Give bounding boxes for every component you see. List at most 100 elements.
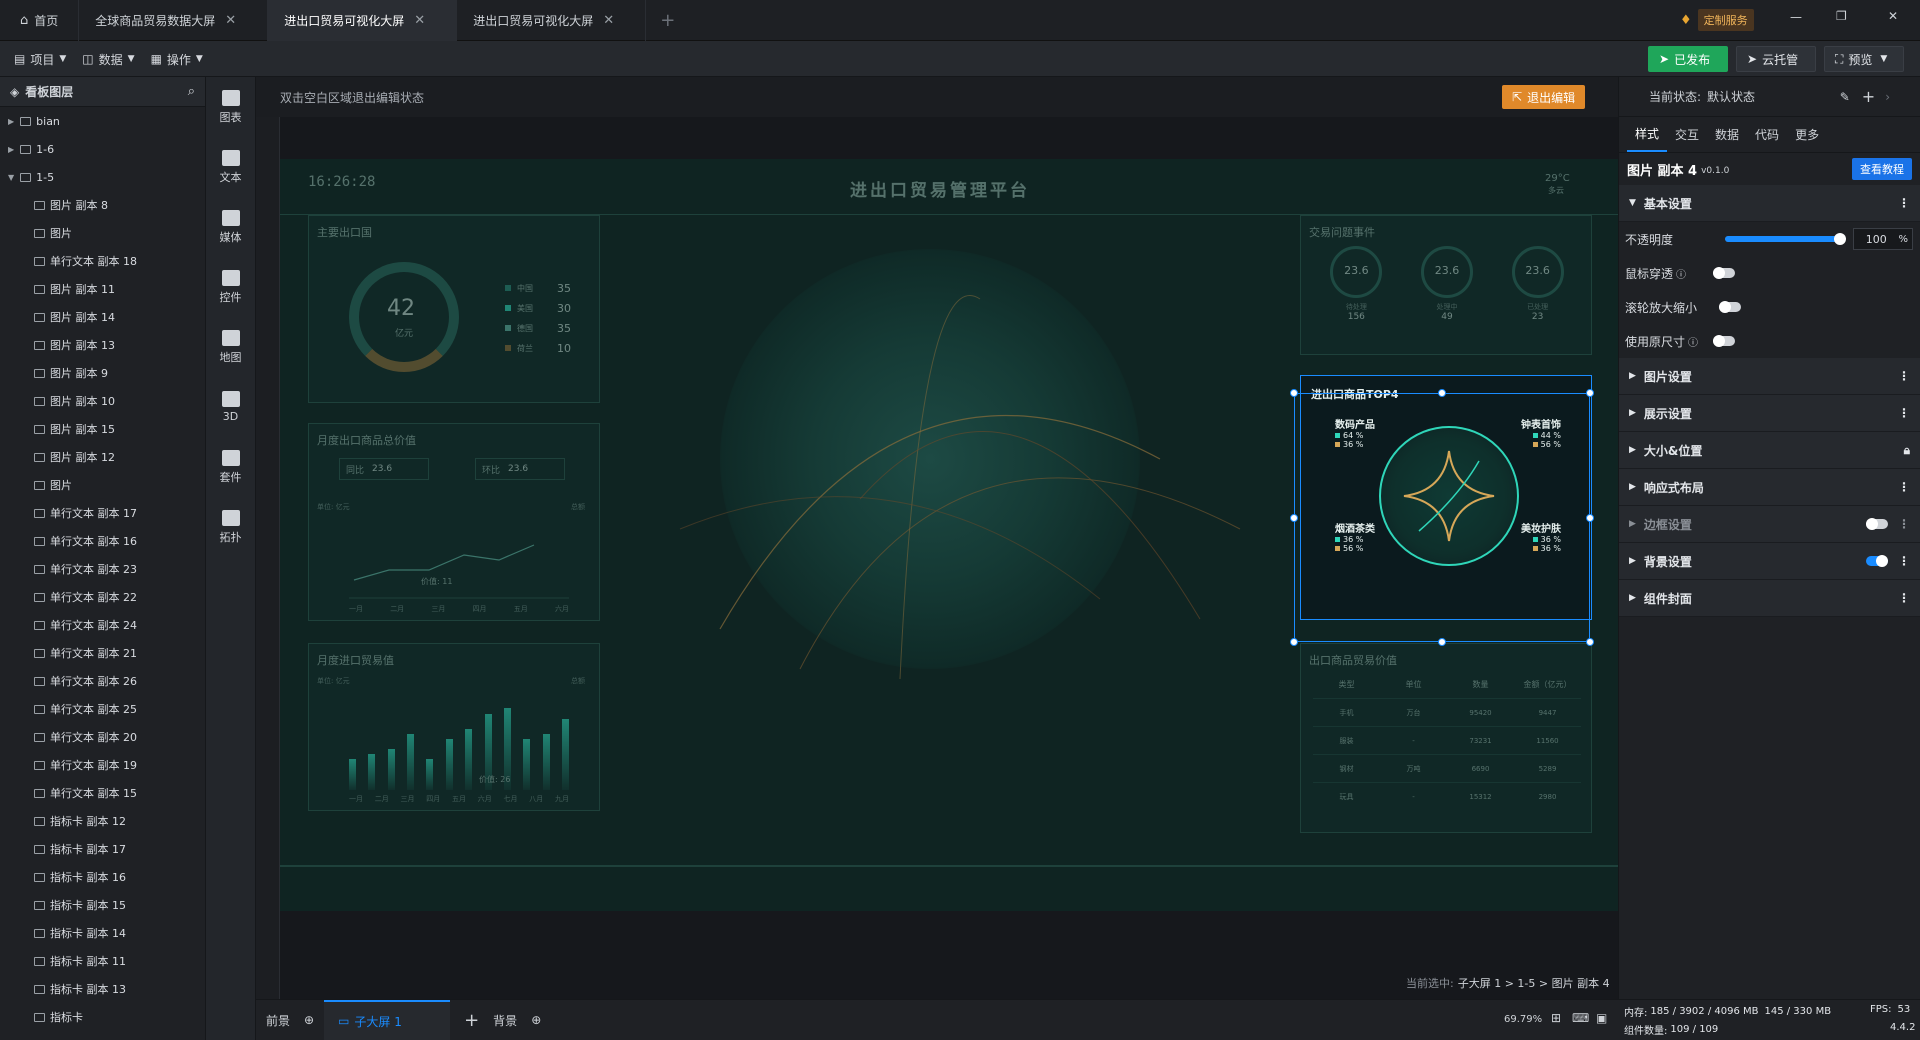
add-circle-icon[interactable]: ⊕ [304, 1013, 314, 1027]
layer-item[interactable]: 单行文本 副本 24 [0, 611, 205, 639]
exit-edit-button[interactable]: ⇱ 退出编辑 [1502, 85, 1586, 109]
terminal-icon[interactable]: ▣ [1596, 1011, 1607, 1025]
monthly-import-panel[interactable]: 月度进口贸易值 单位: 亿元 总额 价值: 26 一月 二月 三月 四月 五月 六月 七月 八… [308, 643, 600, 811]
resize-handle[interactable] [1290, 638, 1298, 646]
published-button[interactable]: ➤ 已发布 [1648, 46, 1728, 72]
layer-item[interactable]: ▼ 1-5 [0, 163, 205, 191]
restore-icon[interactable]: ❐ [1836, 9, 1847, 23]
more-icon[interactable]: ⋮ [1898, 406, 1910, 420]
layer-item[interactable]: ▶ 1-6 [0, 135, 205, 163]
caret-right-icon[interactable]: ▶ [8, 117, 14, 126]
basic-settings-section[interactable]: ▼ 基本设置 ⋮ [1619, 185, 1920, 222]
more-icon[interactable]: ⋮ [1898, 369, 1910, 383]
section-5[interactable]: ▶ 背景设置 ⋮ [1619, 543, 1920, 580]
prop-tab-0[interactable]: 样式 [1627, 117, 1668, 152]
layer-item[interactable]: 指标卡 副本 12 [0, 807, 205, 835]
layer-item[interactable]: ▶ bian [0, 107, 205, 135]
custom-service-button[interactable]: 定制服务 [1697, 9, 1754, 31]
fit-screen-icon[interactable]: ⊞ [1551, 1011, 1561, 1025]
more-icon[interactable]: ⋮ [1898, 480, 1910, 494]
monthly-export-panel[interactable]: 月度出口商品总价值 同比 23.6 环比 23.6 单位: 亿元 总额 价值: … [308, 423, 600, 621]
prop-tab-2[interactable]: 数据 [1707, 118, 1747, 151]
wheel-zoom-toggle[interactable] [1719, 301, 1742, 313]
prop-tab-3[interactable]: 代码 [1747, 118, 1787, 151]
menu-data[interactable]: ◫ 数据 ▼ [74, 46, 142, 72]
section-3[interactable]: ▶ 响应式布局 ⋮ [1619, 469, 1920, 506]
layer-item[interactable]: 单行文本 副本 23 [0, 555, 205, 583]
slider-thumb[interactable] [1834, 233, 1846, 245]
library-kit[interactable]: 套件 [206, 437, 255, 497]
section-2[interactable]: ▶ 大小&位置 🔒︎ [1619, 432, 1920, 469]
add-screen-icon[interactable]: + [464, 1010, 479, 1031]
minimize-icon[interactable]: — [1790, 10, 1802, 24]
library-chart[interactable]: 图表 [206, 77, 255, 137]
resize-handle[interactable] [1586, 514, 1594, 522]
section-4[interactable]: ▶ 边框设置 ⋮ [1619, 506, 1920, 543]
layer-item[interactable]: 图片 副本 9 [0, 359, 205, 387]
original-size-toggle[interactable] [1713, 335, 1736, 347]
lock-icon[interactable]: 🔒︎ [1904, 443, 1910, 458]
layer-item[interactable]: 单行文本 副本 16 [0, 527, 205, 555]
library-map[interactable]: 地图 [206, 317, 255, 377]
prop-tab-1[interactable]: 交互 [1667, 118, 1707, 151]
library-cube[interactable]: 3D [206, 377, 255, 437]
section-1[interactable]: ▶ 展示设置 ⋮ [1619, 395, 1920, 432]
layer-item[interactable]: 单行文本 副本 15 [0, 779, 205, 807]
more-icon[interactable]: ⋮ [1898, 554, 1910, 568]
resize-handle[interactable] [1586, 389, 1594, 397]
add-tab-icon[interactable]: + [660, 10, 675, 31]
layer-item[interactable]: 指标卡 副本 13 [0, 975, 205, 1003]
layer-item[interactable]: 单行文本 副本 21 [0, 639, 205, 667]
prop-tab-4[interactable]: 更多 [1787, 118, 1827, 151]
layer-item[interactable]: 图片 副本 13 [0, 331, 205, 359]
trade-value-panel[interactable]: 出口商品贸易价值 类型 单位 数量 金额（亿元） 手机 万台 95420 9447 服装 - 732… [1300, 643, 1592, 833]
more-icon[interactable]: ⋮ [1898, 196, 1910, 210]
preview-button[interactable]: ⛶ 预览 ▼ [1824, 46, 1904, 72]
zoom-level[interactable]: 69.79% [1504, 1014, 1542, 1025]
close-icon[interactable]: ✕ [414, 13, 425, 28]
opacity-slider[interactable] [1725, 233, 1846, 245]
layer-item[interactable]: 指标卡 副本 14 [0, 919, 205, 947]
layer-item[interactable]: 图片 副本 14 [0, 303, 205, 331]
layer-item[interactable]: 单行文本 副本 25 [0, 695, 205, 723]
layer-item[interactable]: 指标卡 副本 17 [0, 835, 205, 863]
menu-project[interactable]: ▤ 项目 ▼ [6, 46, 74, 72]
more-icon[interactable]: ⋮ [1898, 591, 1910, 605]
editor-canvas[interactable]: 双击空白区域退出编辑状态 ⇱ 退出编辑 16:26:28 进出口贸易管理平台 2… [256, 77, 1620, 999]
cloud-hosting-button[interactable]: ➤ 云托管 [1736, 46, 1816, 72]
selection-box[interactable] [1294, 393, 1590, 642]
chevron-right-icon[interactable]: › [1885, 90, 1890, 104]
tab-import-export-active[interactable]: 进出口贸易可视化大屏 ✕ [268, 0, 458, 41]
keyboard-icon[interactable]: ⌨ [1572, 1011, 1589, 1025]
layer-item[interactable]: 图片 副本 8 [0, 191, 205, 219]
section-0[interactable]: ▶ 图片设置 ⋮ [1619, 358, 1920, 395]
caret-right-icon[interactable]: ▶ [8, 145, 14, 154]
library-widget[interactable]: 控件 [206, 257, 255, 317]
background-tab[interactable]: 背景 ⊕ [479, 1000, 555, 1040]
tab-global-trade[interactable]: 全球商品贸易数据大屏 ✕ [79, 0, 269, 41]
resize-handle[interactable] [1290, 389, 1298, 397]
mouse-through-toggle[interactable] [1713, 267, 1736, 279]
trade-events-panel[interactable]: 交易问题事件 23.6 待处理 156 23.6 处理中 49 23.6 已处理 23 [1300, 215, 1592, 355]
layer-item[interactable]: 单行文本 副本 26 [0, 667, 205, 695]
more-icon[interactable]: ⋮ [1898, 517, 1910, 531]
layer-item[interactable]: 图片 副本 10 [0, 387, 205, 415]
layer-item[interactable]: 单行文本 副本 20 [0, 723, 205, 751]
layer-item[interactable]: 图片 [0, 471, 205, 499]
layer-item[interactable]: 单行文本 副本 22 [0, 583, 205, 611]
search-icon[interactable]: ⌕ [188, 84, 195, 99]
layer-item[interactable]: 指标卡 副本 11 [0, 947, 205, 975]
library-media[interactable]: 媒体 [206, 197, 255, 257]
resize-handle[interactable] [1586, 638, 1594, 646]
add-icon[interactable]: + [1862, 87, 1875, 106]
tab-import-export[interactable]: 进出口贸易可视化大屏 ✕ [457, 0, 647, 41]
layer-item[interactable]: 指标卡 副本 15 [0, 891, 205, 919]
foreground-tab[interactable]: 前景 ⊕ [256, 1000, 324, 1040]
menu-operation[interactable]: ▦ 操作 ▼ [143, 46, 211, 72]
layer-item[interactable]: 单行文本 副本 17 [0, 499, 205, 527]
close-window-icon[interactable]: ✕ [1888, 9, 1898, 23]
tutorial-button[interactable]: 查看教程 [1852, 158, 1912, 180]
layer-item[interactable]: 图片 副本 11 [0, 275, 205, 303]
sub-screen-tab[interactable]: ▭ 子大屏 1 [324, 1000, 451, 1040]
opacity-input[interactable]: 100 [1854, 233, 1898, 246]
